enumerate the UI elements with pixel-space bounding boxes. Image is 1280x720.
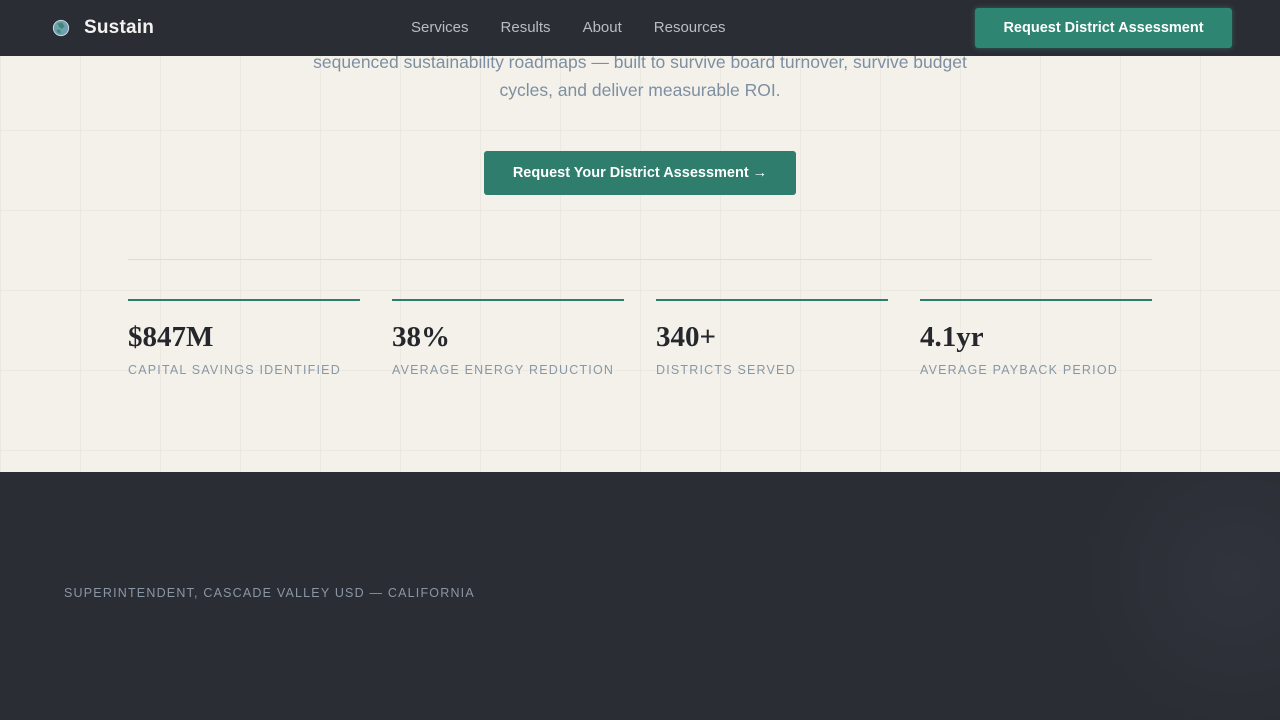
stats-row: $847M CAPITAL SAVINGS IDENTIFIED 38% AVE… [128, 299, 1152, 377]
hero-divider [128, 259, 1152, 260]
brand[interactable]: Sustain [52, 17, 154, 39]
stat-payback-period: 4.1yr AVERAGE PAYBACK PERIOD [920, 299, 1152, 377]
nav-link-services[interactable]: Services [411, 19, 469, 36]
stat-label: DISTRICTS SERVED [656, 363, 796, 377]
nav-links: Services Results About Resources [411, 19, 725, 36]
stat-energy-reduction: 38% AVERAGE ENERGY REDUCTION [392, 299, 624, 377]
stat-value: 340+ [656, 321, 717, 353]
stat-capital-savings: $847M CAPITAL SAVINGS IDENTIFIED [128, 299, 360, 377]
nav-link-results[interactable]: Results [501, 19, 551, 36]
decorative-shape [1080, 472, 1280, 720]
top-nav: Sustain Services Results About Resources… [0, 0, 1280, 56]
stat-value: 38% [392, 321, 450, 353]
stat-value: $847M [128, 321, 214, 353]
nav-link-resources[interactable]: Resources [654, 19, 726, 36]
stat-label: AVERAGE ENERGY REDUCTION [392, 363, 615, 377]
request-assessment-nav-button[interactable]: Request District Assessment [975, 8, 1232, 48]
testimonial-attribution: SUPERINTENDENT, CASCADE VALLEY USD — CAL… [64, 586, 475, 600]
stat-districts-served: 340+ DISTRICTS SERVED [656, 299, 888, 377]
stat-label: CAPITAL SAVINGS IDENTIFIED [128, 363, 341, 377]
stat-value: 4.1yr [920, 321, 984, 353]
testimonial-section: SUPERINTENDENT, CASCADE VALLEY USD — CAL… [0, 472, 1280, 720]
hero-subtitle: sequenced sustainability roadmaps — buil… [313, 56, 967, 100]
request-assessment-hero-button[interactable]: Request Your District Assessment → [484, 151, 796, 195]
nav-link-about[interactable]: About [583, 19, 622, 36]
hero-section: sequenced sustainability roadmaps — buil… [0, 56, 1280, 472]
stat-label: AVERAGE PAYBACK PERIOD [920, 363, 1118, 377]
globe-leaf-icon [52, 19, 70, 37]
brand-name: Sustain [84, 17, 155, 38]
